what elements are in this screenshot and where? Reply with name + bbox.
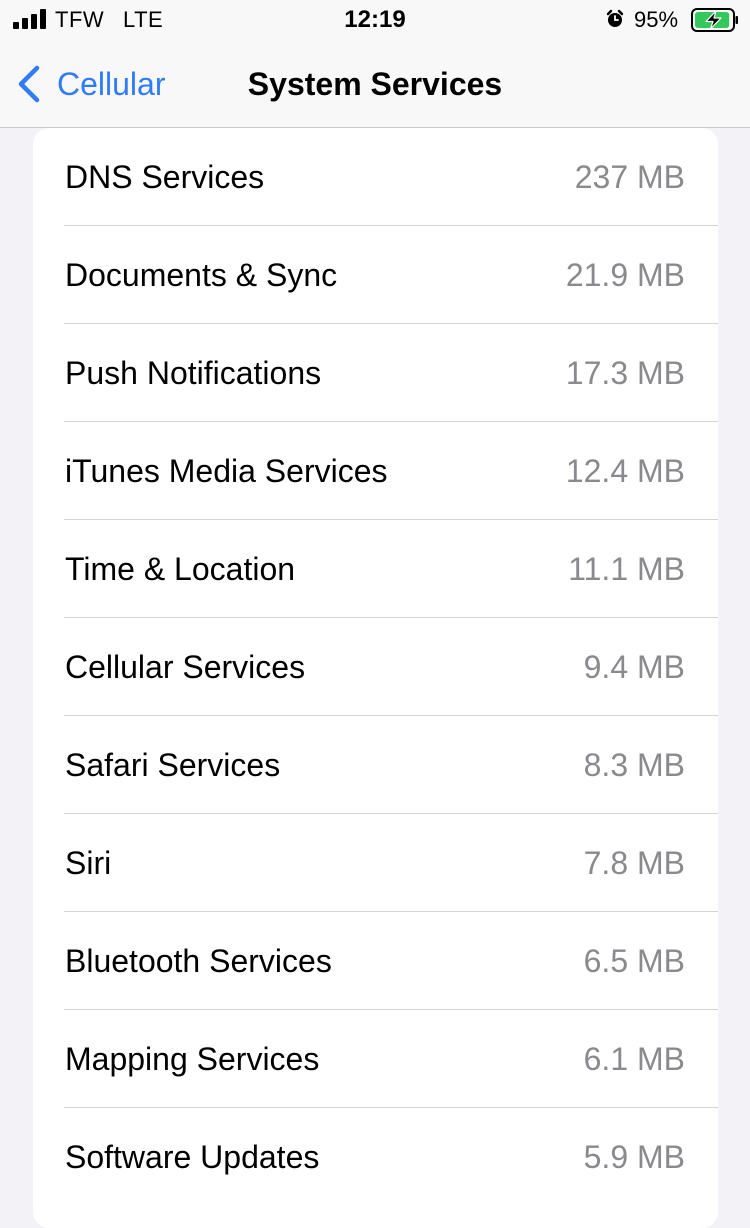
service-usage: 9.4 MB	[583, 649, 685, 685]
service-name: Time & Location	[65, 551, 296, 587]
service-name: Mapping Services	[65, 1041, 320, 1077]
service-name: DNS Services	[65, 159, 265, 195]
list-item[interactable]: iTunes Media Services 12.4 MB	[33, 422, 718, 520]
service-usage: 11.1 MB	[568, 551, 685, 587]
top-bar: TFW LTE 12:19 95% Cellular System Servic…	[0, 0, 750, 128]
list-item[interactable]: Documents & Sync 21.9 MB	[33, 226, 718, 324]
list-item[interactable]: Safari Services 8.3 MB	[33, 716, 718, 814]
service-name: Push Notifications	[65, 355, 322, 391]
service-name: Cellular Services	[65, 649, 306, 685]
service-usage: 21.9 MB	[565, 257, 685, 293]
service-usage: 7.8 MB	[583, 845, 685, 881]
service-name: iTunes Media Services	[65, 453, 388, 489]
list-item[interactable]: Cellular Services 9.4 MB	[33, 618, 718, 716]
services-list: DNS Services 237 MB Documents & Sync 21.…	[33, 128, 718, 1228]
list-item[interactable]: Mapping Services 6.1 MB	[33, 1010, 718, 1108]
service-usage: 17.3 MB	[565, 355, 685, 391]
service-name: Documents & Sync	[65, 257, 338, 293]
page-title: System Services	[247, 66, 503, 102]
service-name: Siri	[65, 845, 112, 881]
service-usage: 12.4 MB	[565, 453, 685, 489]
service-usage: 5.9 MB	[583, 1139, 685, 1175]
battery-percentage: 95%	[634, 7, 679, 32]
service-name: Software Updates	[65, 1139, 320, 1175]
service-usage: 8.3 MB	[583, 747, 685, 783]
service-usage: 6.1 MB	[583, 1041, 685, 1077]
service-name: Bluetooth Services	[65, 943, 332, 979]
service-name: Safari Services	[65, 747, 281, 783]
service-usage: 6.5 MB	[583, 943, 685, 979]
list-item[interactable]: Bluetooth Services 6.5 MB	[33, 912, 718, 1010]
list-item[interactable]: Software Updates 5.9 MB	[33, 1108, 718, 1206]
list-item[interactable]: Siri 7.8 MB	[33, 814, 718, 912]
battery-charging-icon	[691, 8, 738, 32]
list-item[interactable]: Push Notifications 17.3 MB	[33, 324, 718, 422]
alarm-icon	[606, 9, 624, 27]
status-bar: TFW LTE 12:19 95%	[0, 0, 750, 42]
service-usage: 237 MB	[574, 159, 685, 195]
list-item[interactable]: Time & Location 11.1 MB	[33, 520, 718, 618]
list-item[interactable]: DNS Services 237 MB	[33, 128, 718, 226]
